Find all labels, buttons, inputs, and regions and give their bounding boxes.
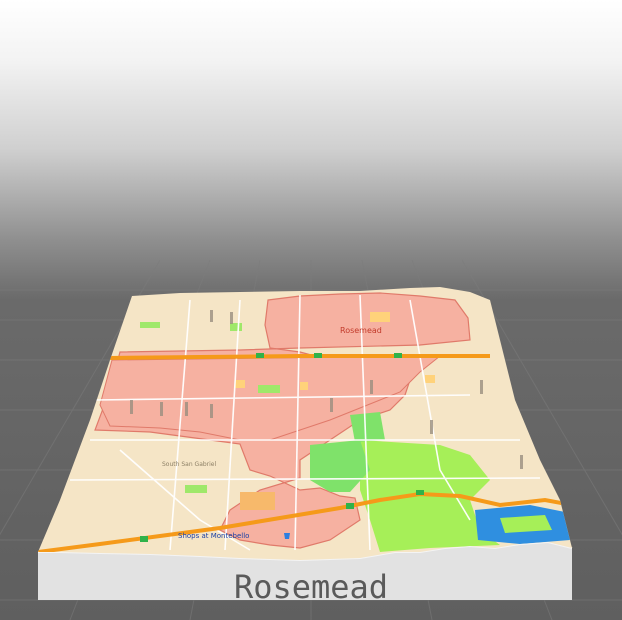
freeway-i10	[109, 354, 490, 360]
shopping-center-label: Shops at Montebello	[178, 532, 249, 540]
shopping-bag-icon	[284, 533, 290, 539]
area-label-south-san-gabriel: South San Gabriel	[162, 461, 217, 468]
city-name-label: Rosemead	[340, 326, 382, 335]
model-label: Rosemead	[234, 568, 388, 606]
map-surface	[38, 287, 572, 560]
map-3d-viewer[interactable]: Rosemead South San Gabriel Shops at Mont…	[0, 0, 622, 620]
